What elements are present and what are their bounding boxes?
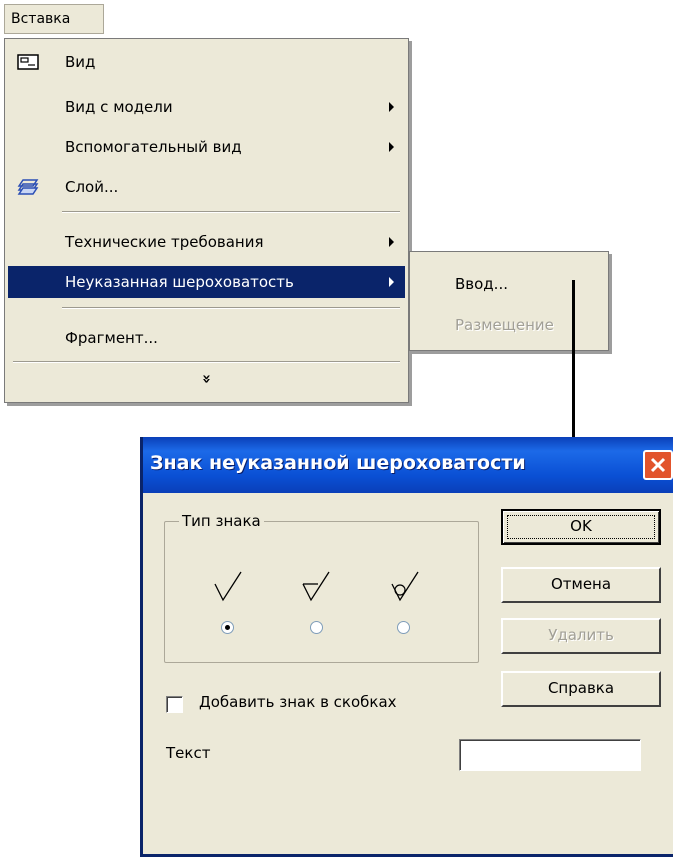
submenu-arrow-icon [389,142,394,152]
dialog-titlebar[interactable]: Знак неуказанной шероховатости [143,437,673,493]
menu-item-label: Слой... [65,178,119,196]
help-button[interactable]: Справка [501,671,661,707]
menu-item-view[interactable]: Вид [8,46,405,78]
ok-button[interactable]: OK [501,509,661,545]
menu-item-layer[interactable]: Слой... [8,171,405,203]
menu-insert[interactable]: Вставка [4,4,104,34]
sign-type-radio-basic[interactable] [221,621,234,634]
close-button[interactable] [643,450,673,480]
menu-item-label: Вид с модели [65,98,173,116]
close-icon [650,457,666,473]
delete-button[interactable]: Удалить [501,618,661,654]
sign-type-radio-no-removal[interactable] [310,621,323,634]
menu-expand-chevron[interactable]: » [5,364,408,394]
menu-item-view-from-model[interactable]: Вид с модели [8,91,405,123]
focus-rectangle [507,515,655,539]
menu-item-auxiliary-view[interactable]: Вспомогательный вид [8,131,405,163]
menu-separator [62,307,400,309]
sign-type-group-title: Тип знака [179,512,264,530]
menu-insert-label: Вставка [11,11,71,27]
brackets-checkbox-label: Добавить знак в скобках [199,693,397,711]
menu-item-unspecified-roughness[interactable]: Неуказанная шероховатость [8,266,405,298]
delete-button-label: Удалить [548,626,614,644]
roughness-no-removal-symbol-icon [302,571,330,602]
menu-item-label: Фрагмент... [65,329,158,347]
menu-item-label: Неуказанная шероховатость [65,273,294,291]
submenu-arrow-icon [389,102,394,112]
menu-separator [62,211,400,213]
double-chevron-down-icon: » [197,374,216,384]
unspecified-roughness-dialog: Знак неуказанной шероховатости Тип знака… [140,437,673,857]
cancel-button-label: Отмена [550,575,612,593]
submenu-item-input[interactable]: Ввод... [455,275,508,293]
sign-type-radio-removal[interactable] [397,621,410,634]
menu-item-technical-requirements[interactable]: Технические требования [8,226,405,258]
insert-dropdown-menu: Вид Вид с модели Вспомогательный вид Сло… [4,38,409,403]
roughness-basic-symbol-icon [214,571,242,602]
view-icon [17,54,39,70]
roughness-submenu: Ввод... Размещение [409,251,609,351]
menu-item-label: Вспомогательный вид [65,138,242,156]
layer-icon [17,179,39,195]
submenu-arrow-icon [389,277,394,287]
menu-item-label: Технические требования [65,233,264,251]
submenu-arrow-icon [389,237,394,247]
text-input[interactable] [459,739,641,771]
submenu-item-placement[interactable]: Размещение [455,316,554,334]
roughness-removal-symbol-icon [391,571,419,602]
menu-item-fragment[interactable]: Фрагмент... [8,322,405,354]
text-field-label: Текст [166,744,211,762]
dialog-title: Знак неуказанной шероховатости [150,452,526,474]
cancel-button[interactable]: Отмена [501,567,661,603]
menu-item-label: Вид [65,53,96,71]
brackets-checkbox[interactable] [166,696,183,713]
help-button-label: Справка [547,679,615,697]
menu-separator [13,361,400,363]
